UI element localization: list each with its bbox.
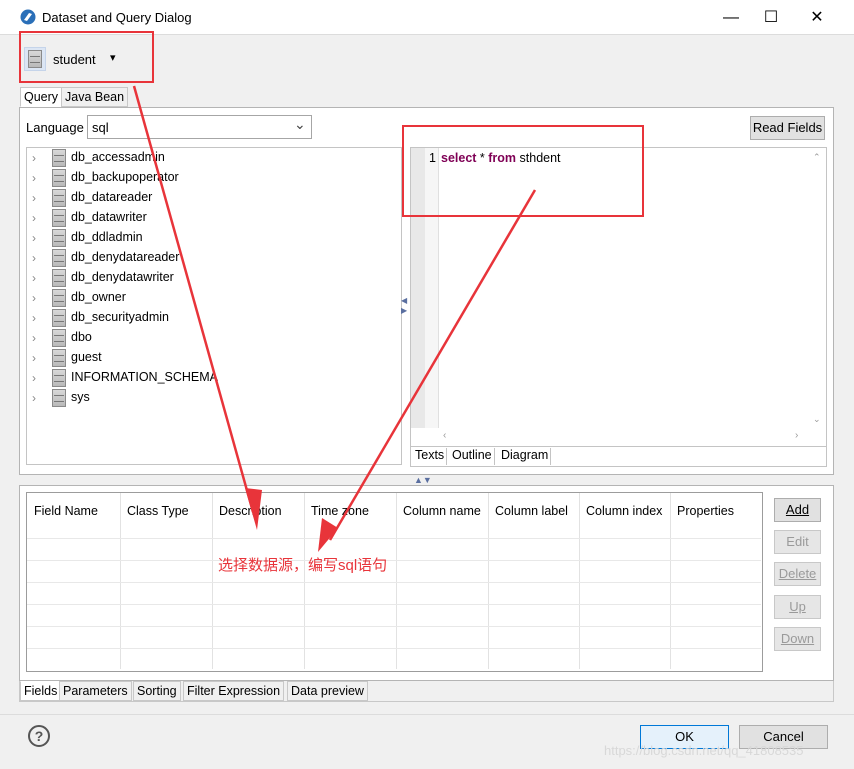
- annotation-text: 选择数据源，编写sql语句: [218, 557, 388, 574]
- watermark: https://blog.csdn.net/qq_41808535: [604, 743, 804, 758]
- annotation-arrows: [132, 85, 537, 552]
